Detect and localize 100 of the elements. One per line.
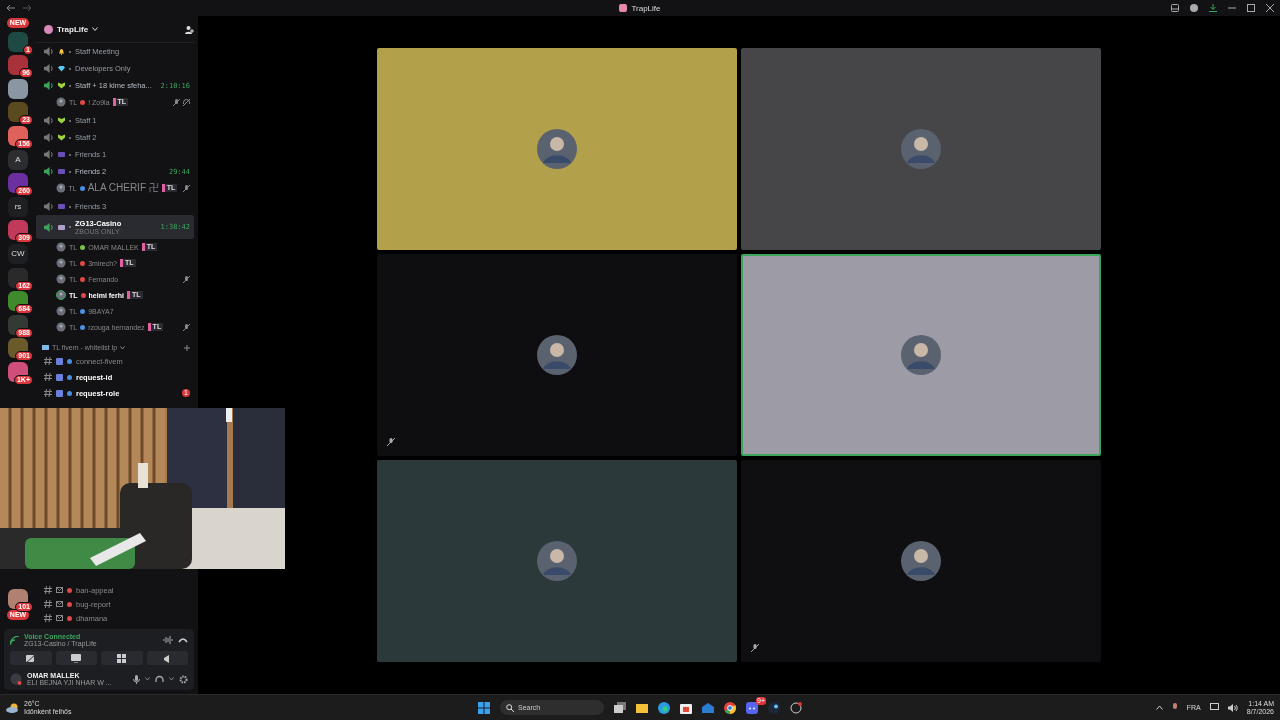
avatar [537, 129, 577, 169]
server-icon[interactable]: CW [8, 243, 28, 264]
video-tile[interactable] [377, 48, 737, 250]
folder-icon[interactable] [636, 701, 648, 714]
discord-icon[interactable] [746, 701, 758, 714]
server-icon[interactable] [8, 55, 28, 76]
back-icon[interactable] [6, 4, 16, 12]
mail-icon [56, 587, 63, 593]
hash-icon [44, 389, 52, 397]
server-icon[interactable] [8, 314, 28, 335]
avatar [901, 129, 941, 169]
add-member-icon[interactable] [185, 24, 194, 34]
speaker-icon [162, 653, 172, 663]
avatar [56, 242, 66, 252]
muted-mic-icon [173, 98, 180, 106]
mail-icon [56, 615, 63, 621]
avatar [56, 97, 66, 107]
activities-button[interactable] [101, 651, 143, 665]
bell-icon [58, 48, 65, 55]
avatar [901, 541, 941, 581]
maximize-icon[interactable] [1247, 4, 1255, 12]
shield-icon [58, 134, 65, 141]
server-icon[interactable] [8, 102, 28, 123]
muted-mic-icon [183, 275, 190, 283]
deafened-icon [183, 98, 190, 106]
avatar [537, 335, 577, 375]
shield-icon [58, 117, 65, 124]
mail-icon [56, 601, 63, 607]
server-icon[interactable] [8, 589, 28, 609]
camera-button[interactable] [10, 651, 52, 665]
hash-icon [44, 600, 52, 608]
speaker-icon[interactable] [1227, 703, 1238, 712]
avatar [10, 673, 22, 685]
grid-icon [117, 653, 127, 663]
hang-up-icon[interactable] [178, 637, 188, 643]
soundboard-button[interactable] [146, 651, 188, 665]
help-icon[interactable] [1190, 4, 1198, 12]
headphones-icon[interactable] [155, 674, 164, 684]
avatar [56, 290, 66, 300]
screen-icon [71, 653, 82, 663]
microphone-icon[interactable] [1171, 703, 1178, 712]
task-view-icon[interactable] [614, 701, 626, 714]
hash-icon [44, 357, 52, 365]
settings-icon[interactable] [179, 674, 188, 684]
muted-mic-icon [183, 323, 190, 331]
close-icon[interactable] [1266, 4, 1274, 12]
display-icon[interactable] [1209, 703, 1219, 712]
server-icon[interactable] [8, 267, 28, 288]
plus-icon[interactable] [184, 344, 190, 351]
gem-icon [58, 65, 65, 72]
member-name: ALA CHERIF 卍 [87, 181, 159, 195]
video-tile[interactable] [741, 48, 1101, 250]
window-title: TrapLife [631, 3, 661, 13]
browser-icon[interactable] [658, 701, 670, 714]
camera-off-icon [25, 653, 36, 663]
server-icon[interactable] [8, 78, 28, 99]
box-icon [58, 223, 65, 231]
sound-wave-icon[interactable] [163, 636, 173, 644]
store-icon[interactable] [680, 701, 692, 714]
server-icon[interactable]: A [8, 149, 28, 170]
server-icon[interactable] [8, 291, 28, 312]
server-icon[interactable] [8, 361, 28, 382]
steam-icon[interactable] [768, 701, 780, 714]
avatar [537, 541, 577, 581]
inbox-icon[interactable] [1171, 4, 1179, 12]
avatar [901, 335, 941, 375]
server-icon [619, 4, 628, 12]
server-icon[interactable] [8, 338, 28, 359]
video-tile[interactable] [741, 254, 1101, 456]
minimize-icon[interactable] [1228, 4, 1236, 12]
video-tile[interactable] [377, 460, 737, 662]
weather-icon [6, 702, 20, 713]
shield-icon [58, 82, 65, 89]
caret-icon[interactable] [1155, 705, 1163, 710]
server-icon[interactable] [8, 173, 28, 194]
microphone-icon[interactable] [133, 674, 140, 684]
laptop-icon [42, 344, 49, 351]
video-tile[interactable] [741, 460, 1101, 662]
download-icon[interactable] [1209, 4, 1217, 12]
avatar [56, 258, 66, 268]
video-tile[interactable] [377, 254, 737, 456]
signal-icon [10, 635, 19, 645]
server-icon[interactable] [8, 125, 28, 146]
people-icon [58, 203, 65, 210]
forward-icon[interactable] [22, 4, 32, 12]
people-icon [58, 168, 65, 175]
start-icon[interactable] [478, 701, 490, 714]
search-icon [506, 703, 514, 712]
mail-icon[interactable] [702, 701, 714, 714]
share-screen-button[interactable] [55, 651, 97, 665]
muted-mic-icon [183, 184, 190, 192]
hash-icon [44, 373, 52, 381]
hash-icon [44, 614, 52, 622]
avatar [56, 322, 66, 332]
hash-icon [44, 586, 52, 594]
avatar [56, 183, 66, 193]
server-icon[interactable]: rs [8, 196, 28, 217]
chrome-icon[interactable] [724, 701, 736, 714]
server-icon[interactable] [8, 220, 28, 241]
server-name[interactable]: TrapLife [57, 24, 89, 34]
